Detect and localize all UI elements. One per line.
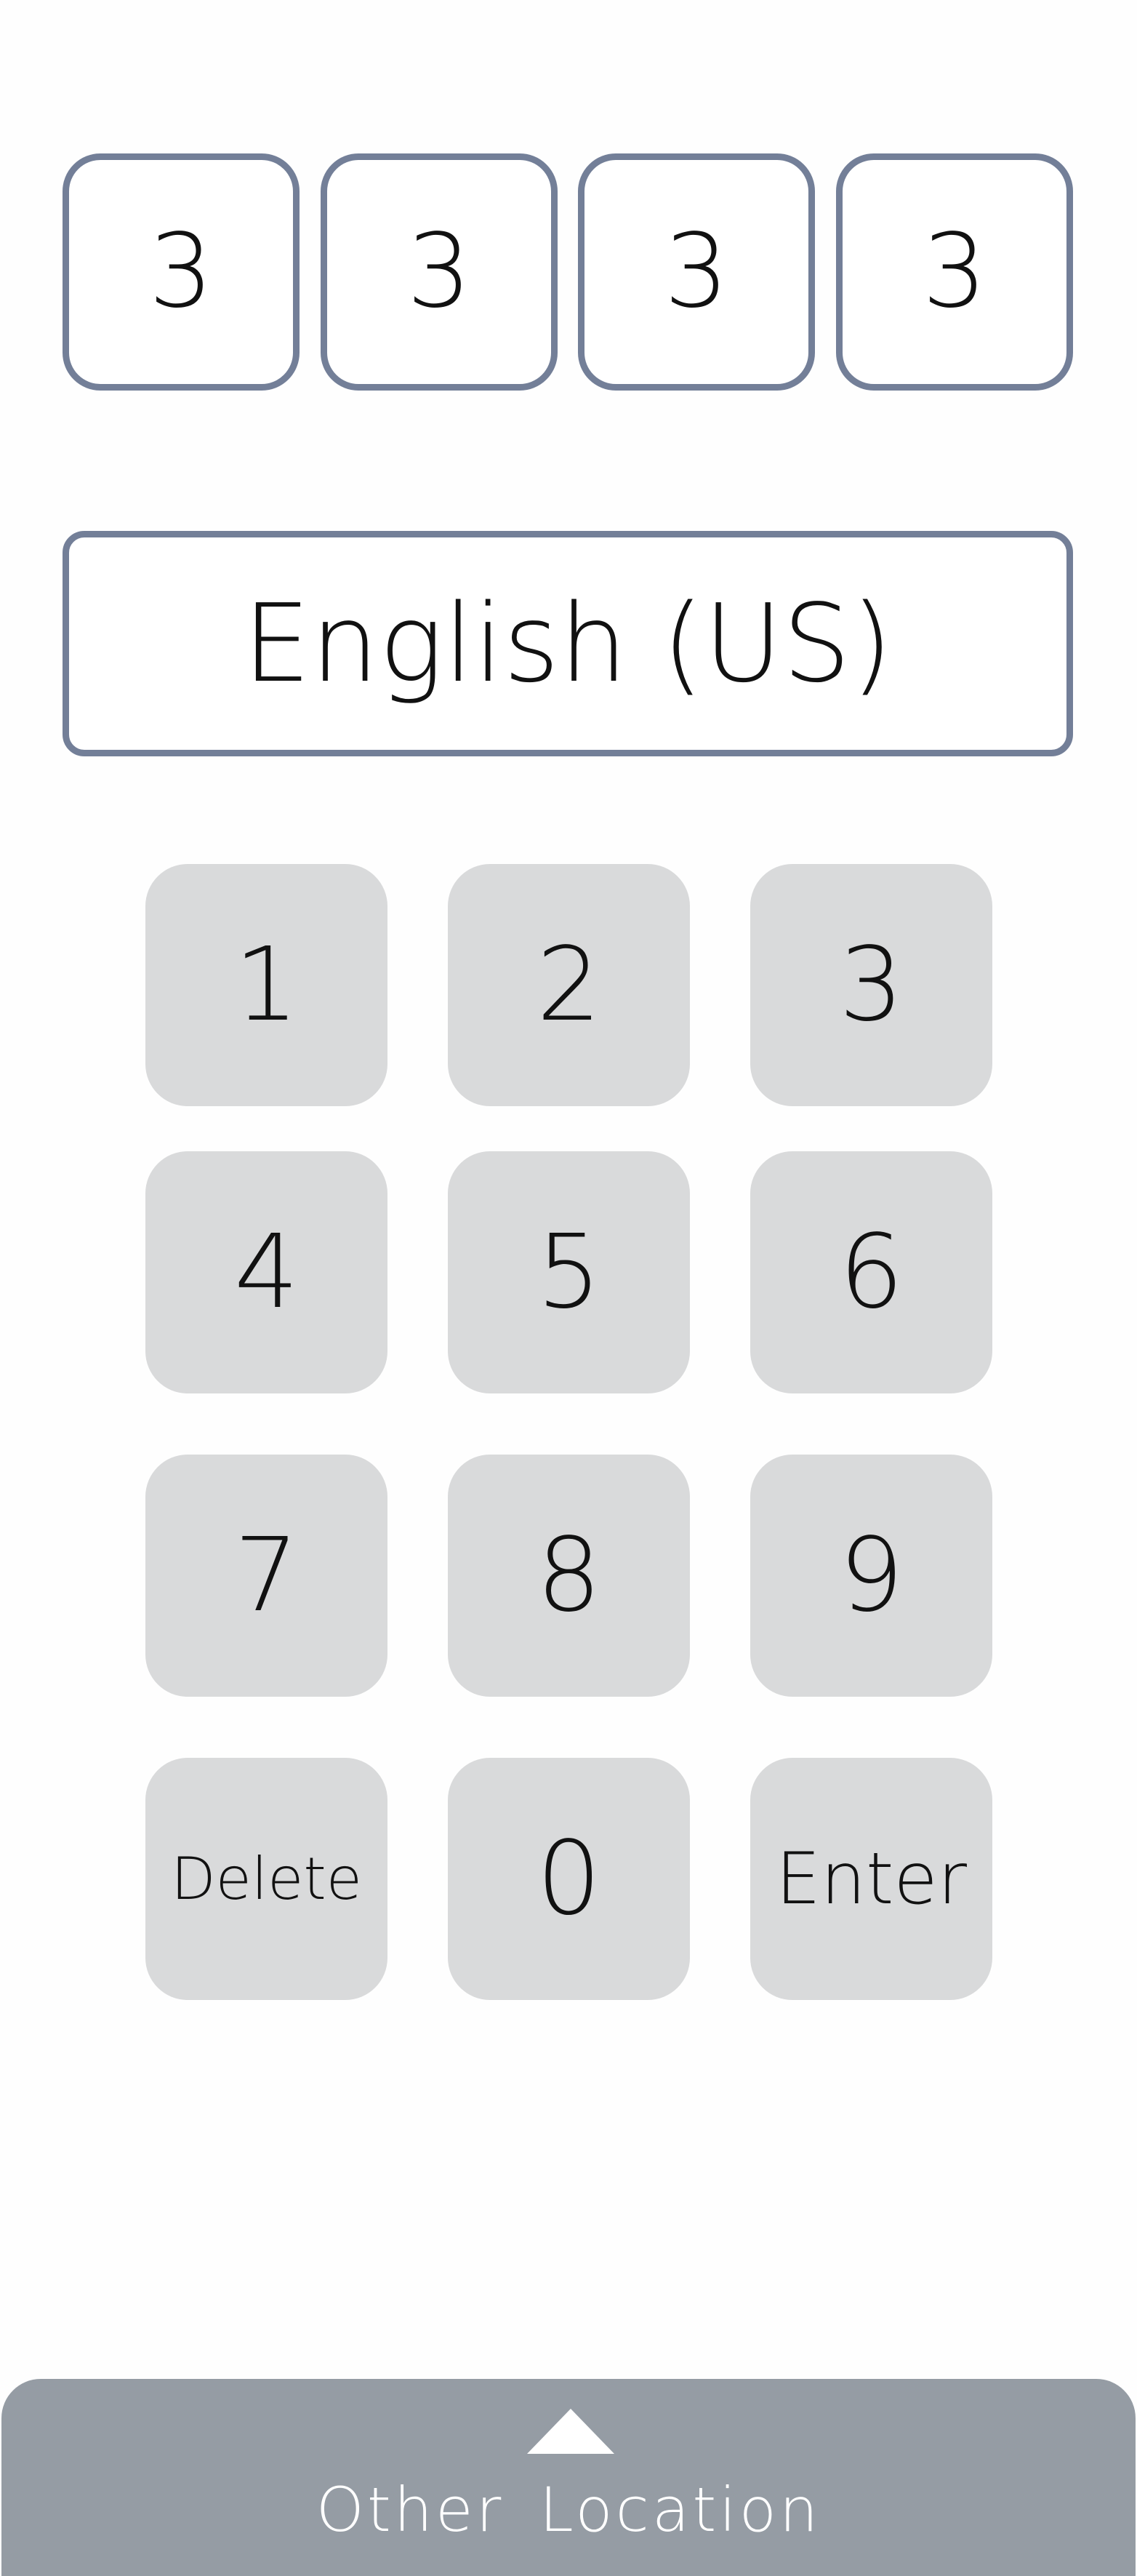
key-4[interactable]: 4 — [145, 1151, 387, 1393]
enter-button[interactable]: Enter — [750, 1758, 992, 2000]
pin-digit-1[interactable]: 3 — [63, 153, 300, 391]
pin-entry-screen: 3 3 3 3 English (US) 1 2 3 4 5 6 7 8 9 D… — [0, 0, 1137, 2576]
key-5[interactable]: 5 — [448, 1151, 690, 1393]
pin-digit-2[interactable]: 3 — [321, 153, 558, 391]
key-9[interactable]: 9 — [750, 1455, 992, 1697]
pin-digit-3[interactable]: 3 — [578, 153, 815, 391]
delete-button[interactable]: Delete — [145, 1758, 387, 2000]
key-1[interactable]: 1 — [145, 864, 387, 1106]
key-7[interactable]: 7 — [145, 1455, 387, 1697]
other-location-drawer[interactable]: Other Location — [1, 2379, 1136, 2576]
pin-digit-4[interactable]: 3 — [836, 153, 1073, 391]
key-8[interactable]: 8 — [448, 1455, 690, 1697]
other-location-label: Other Location — [316, 2474, 821, 2545]
triangle-up-icon — [527, 2409, 614, 2454]
language-select[interactable]: English (US) — [63, 531, 1073, 756]
key-6[interactable]: 6 — [750, 1151, 992, 1393]
key-0[interactable]: 0 — [448, 1758, 690, 2000]
key-3[interactable]: 3 — [750, 864, 992, 1106]
key-2[interactable]: 2 — [448, 864, 690, 1106]
